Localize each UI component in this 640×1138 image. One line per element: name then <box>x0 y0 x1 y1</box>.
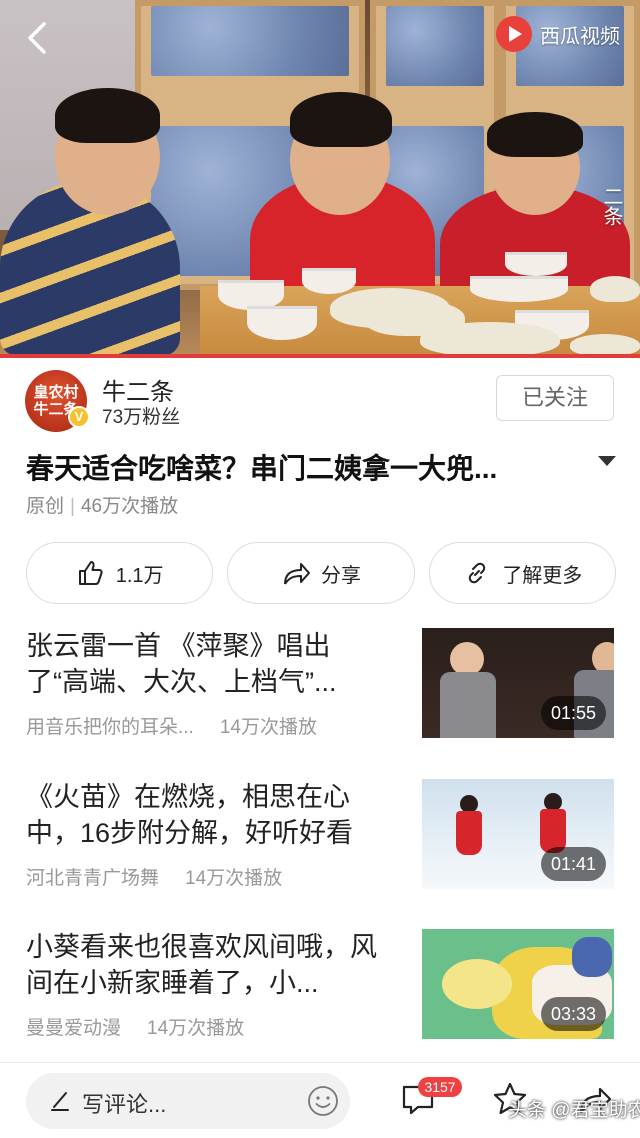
action-bar: 1.1万 分享 了解更多 <box>26 542 616 604</box>
follow-button[interactable]: 已关注 <box>496 375 614 421</box>
list-item-author: 曼曼爱动漫 <box>26 1018 122 1039</box>
expand-title-icon[interactable] <box>598 456 616 466</box>
learn-more-button[interactable]: 了解更多 <box>428 542 616 604</box>
back-icon[interactable] <box>22 18 52 58</box>
watermark: 头条 @君宝助农 <box>508 1100 640 1121</box>
video-frame-hair <box>487 112 583 157</box>
list-item-plays: 14万次播放 <box>185 868 283 889</box>
video-frame-bowl <box>302 268 356 294</box>
list-item-title: 小葵看来也很喜欢风间哦，风间在小新家睡着了，小... <box>26 932 377 998</box>
video-frame-bowl <box>505 252 567 276</box>
thumbs-up-icon <box>78 561 103 585</box>
video-player[interactable]: 西瓜视频 二条 <box>0 0 640 356</box>
author-fans: 73万粉丝 <box>102 407 181 428</box>
source-label: 原创 <box>26 496 65 517</box>
video-frame-bowl <box>470 276 568 302</box>
learn-more-label: 了解更多 <box>502 564 583 587</box>
duration-badge: 01:41 <box>540 847 606 881</box>
video-frame-dumplings <box>420 322 560 356</box>
author-row: 皇农村 牛二条 V 牛二条 73万粉丝 已关注 <box>0 358 640 438</box>
pen-icon <box>51 1092 69 1111</box>
duration-badge: 03:33 <box>540 997 606 1031</box>
comment-input[interactable]: 写评论... <box>26 1073 350 1129</box>
video-meta: 原创 | 46万次播放 <box>26 496 179 517</box>
video-frame-bowl <box>247 306 317 340</box>
video-frame-dumplings <box>570 334 640 356</box>
list-item[interactable]: 《火苗》在燃烧，相思在心中，16步附分解，好听好看 河北青青广场舞 14万次播放 … <box>26 779 616 891</box>
video-frame-dumplings <box>590 276 640 302</box>
list-item-meta: 曼曼爱动漫 14万次播放 <box>26 1013 244 1040</box>
list-item-author: 河北青青广场舞 <box>26 868 160 889</box>
list-item-meta: 用音乐把你的耳朵... 14万次播放 <box>26 712 317 739</box>
list-item[interactable]: 张云雷一首 《萍聚》唱出了“高端、大次、上档气”... 用音乐把你的耳朵... 1… <box>26 628 616 740</box>
verified-icon: V <box>68 406 90 428</box>
list-item-thumbnail[interactable]: 03:33 <box>422 929 614 1039</box>
xigua-play-icon <box>496 16 532 52</box>
link-icon <box>469 562 486 584</box>
list-item[interactable]: 小葵看来也很喜欢风间哦，风间在小新家睡着了，小... 曼曼爱动漫 14万次播放 0… <box>26 929 616 1041</box>
duration-badge: 01:55 <box>540 696 606 730</box>
like-count: 1.1万 <box>115 564 164 587</box>
video-frame-hair <box>55 88 160 143</box>
comment-placeholder: 写评论... <box>82 1092 167 1117</box>
xigua-logo: 西瓜视频 <box>496 16 620 52</box>
emoji-icon[interactable] <box>306 1084 340 1118</box>
comment-count-badge: 3157 <box>418 1077 462 1097</box>
logo-text: 西瓜视频 <box>540 25 620 48</box>
list-item-author: 用音乐把你的耳朵... <box>26 717 194 738</box>
list-item-title: 《火苗》在燃烧，相思在心中，16步附分解，好听好看 <box>26 782 354 848</box>
video-side-text: 二条 <box>600 186 622 226</box>
share-button[interactable]: 分享 <box>227 542 415 604</box>
bottom-bar: 写评论... 3157 头条 @君宝助农 <box>0 1062 640 1138</box>
share-icon <box>283 563 310 585</box>
like-button[interactable]: 1.1万 <box>26 542 214 604</box>
share-label: 分享 <box>320 564 361 587</box>
list-item-meta: 河北青青广场舞 14万次播放 <box>26 863 282 890</box>
video-title: 春天适合吃啥菜？串门二姨拿一大兜... <box>26 453 498 484</box>
video-frame-hair <box>290 92 392 147</box>
list-item-plays: 14万次播放 <box>147 1018 245 1039</box>
list-item-title: 张云雷一首 《萍聚》唱出了“高端、大次、上档气”... <box>26 631 337 697</box>
list-item-thumbnail[interactable]: 01:55 <box>422 628 614 738</box>
list-item-thumbnail[interactable]: 01:41 <box>422 779 614 889</box>
list-item-plays: 14万次播放 <box>219 717 317 738</box>
play-count: 46万次播放 <box>80 496 179 517</box>
